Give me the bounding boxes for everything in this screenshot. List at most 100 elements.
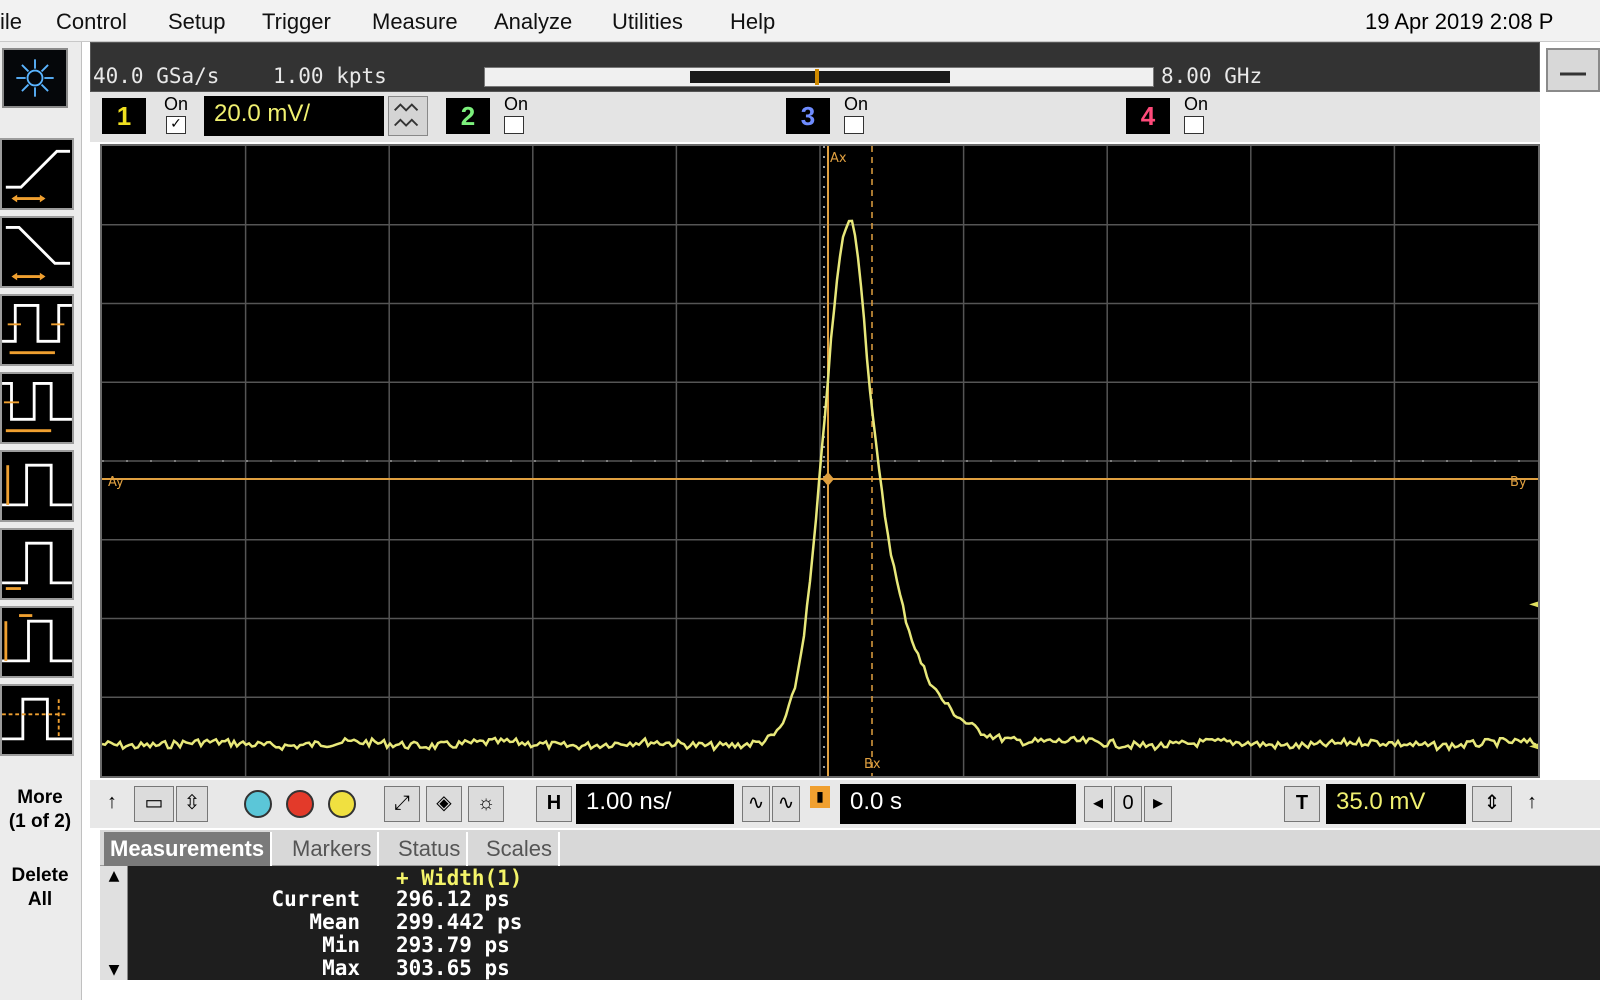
vertical-scale-field[interactable]: 20.0 mV/ <box>204 96 384 136</box>
sample-rate: 40.0 GSa/s <box>93 64 220 88</box>
scroll-up-icon[interactable]: ▲ <box>100 868 128 884</box>
tab-measurements[interactable]: Measurements <box>104 832 273 866</box>
brightness-button[interactable]: ☼ <box>468 786 504 822</box>
spinner-icon <box>394 103 419 127</box>
period-icon <box>2 304 72 355</box>
amplitude-button[interactable] <box>0 684 74 756</box>
waveform-display[interactable]: Ay By Ax Bx ◄ ◄ <box>100 144 1540 778</box>
menu-bar: ile Control Setup Trigger Measure Analyz… <box>0 0 1600 42</box>
horizontal-scale-spinner[interactable]: ∿ <box>742 786 770 822</box>
delete-all-button[interactable]: Delete All <box>0 864 80 912</box>
memory-depth: 1.00 kpts <box>273 64 387 88</box>
menu-help[interactable]: Help <box>730 9 775 35</box>
channel-3-button[interactable]: 3 <box>786 98 830 134</box>
position-left-button[interactable]: ◂ <box>1084 786 1112 822</box>
channel-4-on-label: On <box>1184 94 1209 114</box>
menu-trigger[interactable]: Trigger <box>262 9 331 35</box>
measurements-scrollbar[interactable]: ▲ ▼ <box>100 866 128 980</box>
logo-button[interactable] <box>2 48 68 108</box>
menu-analyze[interactable]: Analyze <box>494 9 572 35</box>
positive-width-button[interactable] <box>0 450 74 522</box>
channel-4-button[interactable]: 4 <box>1126 98 1170 134</box>
rise-time-button[interactable] <box>0 138 74 210</box>
frequency-button[interactable] <box>0 372 74 444</box>
marker-ax-label: Ax <box>830 151 847 166</box>
channel-3-on-label: On <box>844 94 869 114</box>
more-button[interactable]: More (1 of 2) <box>0 786 80 834</box>
position-right-button[interactable]: ▸ <box>1144 786 1172 822</box>
channel-1-button[interactable]: 1 <box>102 98 146 134</box>
trigger-level-spinner[interactable]: ⇕ <box>1472 786 1512 822</box>
minimize-icon <box>1560 72 1586 76</box>
measurement-value-max: 303.65 ps <box>396 956 510 980</box>
tab-bar: Measurements Markers Status Scales <box>100 830 1600 866</box>
negative-width-button[interactable] <box>0 528 74 600</box>
frequency-icon <box>2 382 72 433</box>
trigger-level-icon: T <box>1284 786 1320 822</box>
pulse-width-button[interactable] <box>0 606 74 678</box>
yellow-color-button[interactable] <box>328 790 356 818</box>
trigger-level-field[interactable]: 35.0 mV <box>1326 784 1466 824</box>
control-bar: ↑ ▭ ⇳ ⤢ ◈ ☼ H 1.00 ns/ ∿ ∿ ▮ 0.0 s ◂ 0 ▸… <box>90 780 1600 828</box>
channel-bar: 1 On ✓ 20.0 mV/ 2 On 3 On 4 On <box>90 92 1540 142</box>
overview-thumb[interactable] <box>690 71 950 83</box>
channel-1-on-label: On <box>164 94 189 114</box>
channel-1-checkbox[interactable]: ✓ <box>166 116 186 134</box>
trigger-point-marker <box>822 472 834 486</box>
trigger-position-marker <box>815 69 819 85</box>
position-zero-button[interactable]: 0 <box>1114 786 1142 822</box>
horizontal-scale-field[interactable]: 1.00 ns/ <box>576 784 734 824</box>
spark-icon <box>16 59 54 97</box>
vertical-spin-button[interactable]: ⇳ <box>176 786 208 822</box>
autoscale-button[interactable]: ⤢ <box>384 786 420 822</box>
measurement-label-min: Min <box>322 933 360 957</box>
pointer-right-icon: ↑ <box>1527 791 1537 813</box>
red-color-button[interactable] <box>286 790 314 818</box>
layers-button[interactable]: ◈ <box>426 786 462 822</box>
graticule: Ay By Ax Bx ◄ ◄ <box>102 146 1538 776</box>
tab-markers[interactable]: Markers <box>286 832 380 866</box>
channel-4-checkbox[interactable] <box>1184 116 1204 134</box>
measurements-panel: ▲ ▼ + Width(1) Current 296.12 ps Mean 29… <box>100 866 1600 980</box>
channel-2-button[interactable]: 2 <box>446 98 490 134</box>
amplitude-icon <box>2 697 72 741</box>
horizontal-position-field[interactable]: 0.0 s <box>840 784 1076 824</box>
pulse-width-icon <box>2 614 72 663</box>
date-time: 19 Apr 2019 2:08 P <box>1365 9 1554 34</box>
channel-2-checkbox[interactable] <box>504 116 524 134</box>
acquisition-bar: 40.0 GSa/s 1.00 kpts 8.00 GHz <box>90 42 1540 92</box>
channel-3-checkbox[interactable] <box>844 116 864 134</box>
vertical-scale-spinner[interactable] <box>388 96 428 136</box>
menu-file[interactable]: ile <box>0 9 22 35</box>
menu-measure[interactable]: Measure <box>372 9 458 35</box>
measurement-value-current: 296.12 ps <box>396 887 510 911</box>
horizontal-position-icon: ▮ <box>810 786 830 808</box>
measurement-label-max: Max <box>322 956 360 980</box>
bandwidth: 8.00 GHz <box>1161 64 1263 88</box>
horizontal-fine-spinner[interactable]: ∿ <box>772 786 800 822</box>
marker-bx-label: Bx <box>864 757 881 772</box>
scroll-down-icon[interactable]: ▼ <box>100 962 128 978</box>
cyan-color-button[interactable] <box>244 790 272 818</box>
channel-1-trace <box>102 219 1537 753</box>
tab-status[interactable]: Status <box>392 832 469 866</box>
tab-scales[interactable]: Scales <box>480 832 561 866</box>
marker-by-label: By <box>1510 475 1527 490</box>
falling-edge-icon <box>5 226 71 281</box>
positive-pulse-icon <box>2 463 72 507</box>
window-minimize-button[interactable] <box>1546 48 1600 92</box>
period-button[interactable] <box>0 294 74 366</box>
pointer-icon: ↑ <box>107 791 117 813</box>
measurement-toolbar: More (1 of 2) Delete All <box>0 42 82 1000</box>
menu-setup[interactable]: Setup <box>168 9 226 35</box>
measurement-label-mean: Mean <box>309 910 360 934</box>
negative-pulse-icon <box>2 541 72 590</box>
horizontal-scale-icon: H <box>536 786 572 822</box>
measurement-value-min: 293.79 ps <box>396 933 510 957</box>
menu-utilities[interactable]: Utilities <box>612 9 683 35</box>
menu-control[interactable]: Control <box>56 9 127 35</box>
fall-time-button[interactable] <box>0 216 74 288</box>
waveform-overview-scrollbar[interactable] <box>484 67 1154 87</box>
zoom-out-button[interactable]: ▭ <box>134 786 174 822</box>
rising-edge-icon <box>5 149 71 203</box>
